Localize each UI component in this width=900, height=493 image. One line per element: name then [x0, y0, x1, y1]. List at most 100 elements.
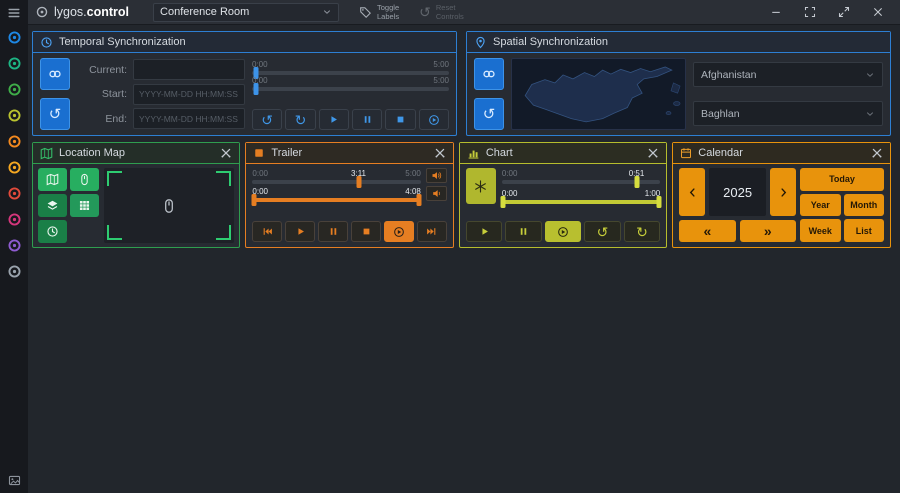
slider-track[interactable] — [252, 83, 449, 95]
calendar-view-list-button[interactable]: List — [843, 219, 884, 243]
viewport-corner — [107, 171, 122, 186]
spatial-reset-button[interactable]: ↺ — [474, 98, 504, 130]
device-icon-teal[interactable] — [7, 56, 22, 71]
map-viewport[interactable] — [104, 168, 235, 243]
country-select[interactable]: Afghanistan — [693, 62, 883, 87]
temporal-rotate-cw-button[interactable]: ↻ — [285, 109, 316, 130]
device-icon-red[interactable] — [7, 186, 22, 201]
trailer-header: Trailer — [246, 143, 453, 164]
device-icon-lime[interactable] — [7, 108, 22, 123]
tools-crossed-icon[interactable] — [647, 147, 659, 159]
volume-down-button[interactable] — [425, 186, 447, 201]
tools-crossed-icon[interactable] — [220, 147, 232, 159]
layers-button[interactable] — [38, 194, 67, 217]
chart-rotate-cw-button[interactable]: ↻ — [623, 221, 661, 242]
chart-rotate-ccw-button[interactable]: ↺ — [584, 221, 621, 242]
chart-pause-button[interactable] — [505, 221, 542, 242]
calendar-view-week-button[interactable]: Week — [800, 219, 841, 243]
temporal-slider-current[interactable]: 0:00 5:00 — [252, 59, 449, 79]
end-datetime-input[interactable] — [133, 108, 245, 129]
grid-button[interactable] — [70, 194, 99, 217]
freeze-button[interactable] — [465, 168, 496, 204]
calendar-view-year-button[interactable]: Year — [800, 193, 841, 217]
temporal-rotate-ccw-button[interactable]: ↺ — [252, 109, 283, 130]
main-canvas: Temporal Synchronization ↺ Current: Star… — [28, 25, 900, 493]
room-selector[interactable]: Conference Room — [153, 2, 340, 22]
reset-controls-button[interactable]: ↺ Reset Controls — [419, 3, 464, 21]
seek-start-label: 0:00 — [252, 169, 268, 178]
trailer-play-button[interactable] — [285, 221, 316, 242]
trailer-seek-slider[interactable]: 0:00 3:11 5:00 — [252, 168, 421, 188]
rotate-ccw-icon: ↺ — [596, 223, 609, 240]
range-start-thumb[interactable] — [251, 194, 257, 206]
temporal-link-button[interactable] — [40, 58, 70, 90]
slider-track[interactable] — [251, 194, 422, 206]
range-end-thumb[interactable] — [656, 196, 662, 208]
trailer-pause-button[interactable] — [318, 221, 349, 242]
device-icon-purple[interactable] — [7, 238, 22, 253]
device-icon-amber[interactable] — [7, 160, 22, 175]
trailer-skip-forward-button[interactable] — [416, 221, 447, 242]
trailer-loop-play-button[interactable] — [384, 221, 414, 242]
menu-icon[interactable] — [7, 6, 21, 20]
device-icon-list — [7, 30, 22, 279]
current-datetime-input[interactable] — [133, 59, 245, 80]
start-datetime-input[interactable] — [133, 83, 245, 105]
temporal-reset-button[interactable]: ↺ — [40, 98, 70, 130]
calendar-view-month-button[interactable]: Month — [843, 193, 884, 217]
temporal-play-button[interactable] — [318, 109, 349, 130]
range-end-thumb[interactable] — [416, 194, 422, 206]
chart-loop-play-button[interactable] — [544, 221, 582, 242]
temporal-stop-button[interactable] — [385, 109, 416, 130]
minimize-button[interactable] — [764, 2, 788, 22]
chart-range-slider[interactable]: 0:00 1:00 — [500, 188, 662, 208]
device-icon-green[interactable] — [7, 82, 22, 97]
slider-track[interactable] — [500, 196, 662, 208]
fullscreen-button[interactable] — [832, 2, 856, 22]
trailer-stop-button[interactable] — [351, 221, 382, 242]
calendar-skip-back-button[interactable]: « — [679, 220, 736, 242]
device-icon-orange[interactable] — [7, 134, 22, 149]
device-icon-blue[interactable] — [7, 30, 22, 45]
chart-play-button[interactable] — [465, 221, 503, 242]
slider-track[interactable] — [252, 176, 421, 188]
region-select[interactable]: Baghlan — [693, 101, 883, 126]
tools-crossed-icon[interactable] — [871, 147, 883, 159]
calendar-view-today-button[interactable]: Today — [800, 168, 884, 191]
volume-up-button[interactable] — [425, 168, 447, 183]
pointer-mode-button[interactable] — [70, 168, 99, 191]
calendar-next-button[interactable] — [770, 168, 796, 216]
device-icon-magenta[interactable] — [7, 212, 22, 227]
temporal-pause-button[interactable] — [351, 109, 383, 130]
temporal-slider-range[interactable]: 0:00 5:00 — [252, 75, 449, 95]
calendar-skip-forward-button[interactable]: » — [739, 220, 797, 242]
toggle-labels-button[interactable]: Toggle Labels — [359, 3, 399, 21]
spatial-map[interactable] — [511, 58, 686, 130]
calendar-prev-button[interactable] — [679, 168, 706, 216]
chart-seek-slider[interactable]: 0:00 0:51 — [501, 168, 661, 188]
slider-thumb[interactable] — [634, 176, 639, 188]
tools-crossed-icon[interactable] — [434, 147, 446, 159]
calendar-year: 2025 — [709, 168, 766, 216]
calendar-header: Calendar — [673, 143, 890, 164]
mouse-icon — [78, 173, 91, 186]
temporal-loop-play-button[interactable] — [418, 109, 449, 130]
trailer-panel: Trailer 0:00 3:11 5:00 0:00 4:08 — [245, 142, 454, 248]
fit-screen-button[interactable] — [798, 2, 822, 22]
pause-icon — [518, 226, 529, 237]
device-icon-gray[interactable] — [7, 264, 22, 279]
slider-track[interactable] — [501, 176, 661, 188]
time-button[interactable] — [38, 220, 67, 243]
trailer-range-slider[interactable]: 0:00 4:08 — [251, 186, 422, 206]
image-panel-icon[interactable] — [8, 474, 21, 487]
map-mode-button[interactable] — [38, 168, 67, 191]
slider-labels: 0:00 5:00 — [252, 75, 449, 85]
trailer-skip-back-button[interactable] — [252, 221, 283, 242]
spatial-link-button[interactable] — [474, 58, 504, 90]
range-start-thumb[interactable] — [500, 196, 506, 208]
speaker-icon — [431, 170, 442, 181]
calendar-panel: Calendar 2025 « » Today Year Month Week … — [672, 142, 891, 248]
panel-title: Calendar — [698, 147, 743, 159]
close-button[interactable] — [866, 2, 890, 22]
slider-thumb[interactable] — [253, 83, 259, 95]
